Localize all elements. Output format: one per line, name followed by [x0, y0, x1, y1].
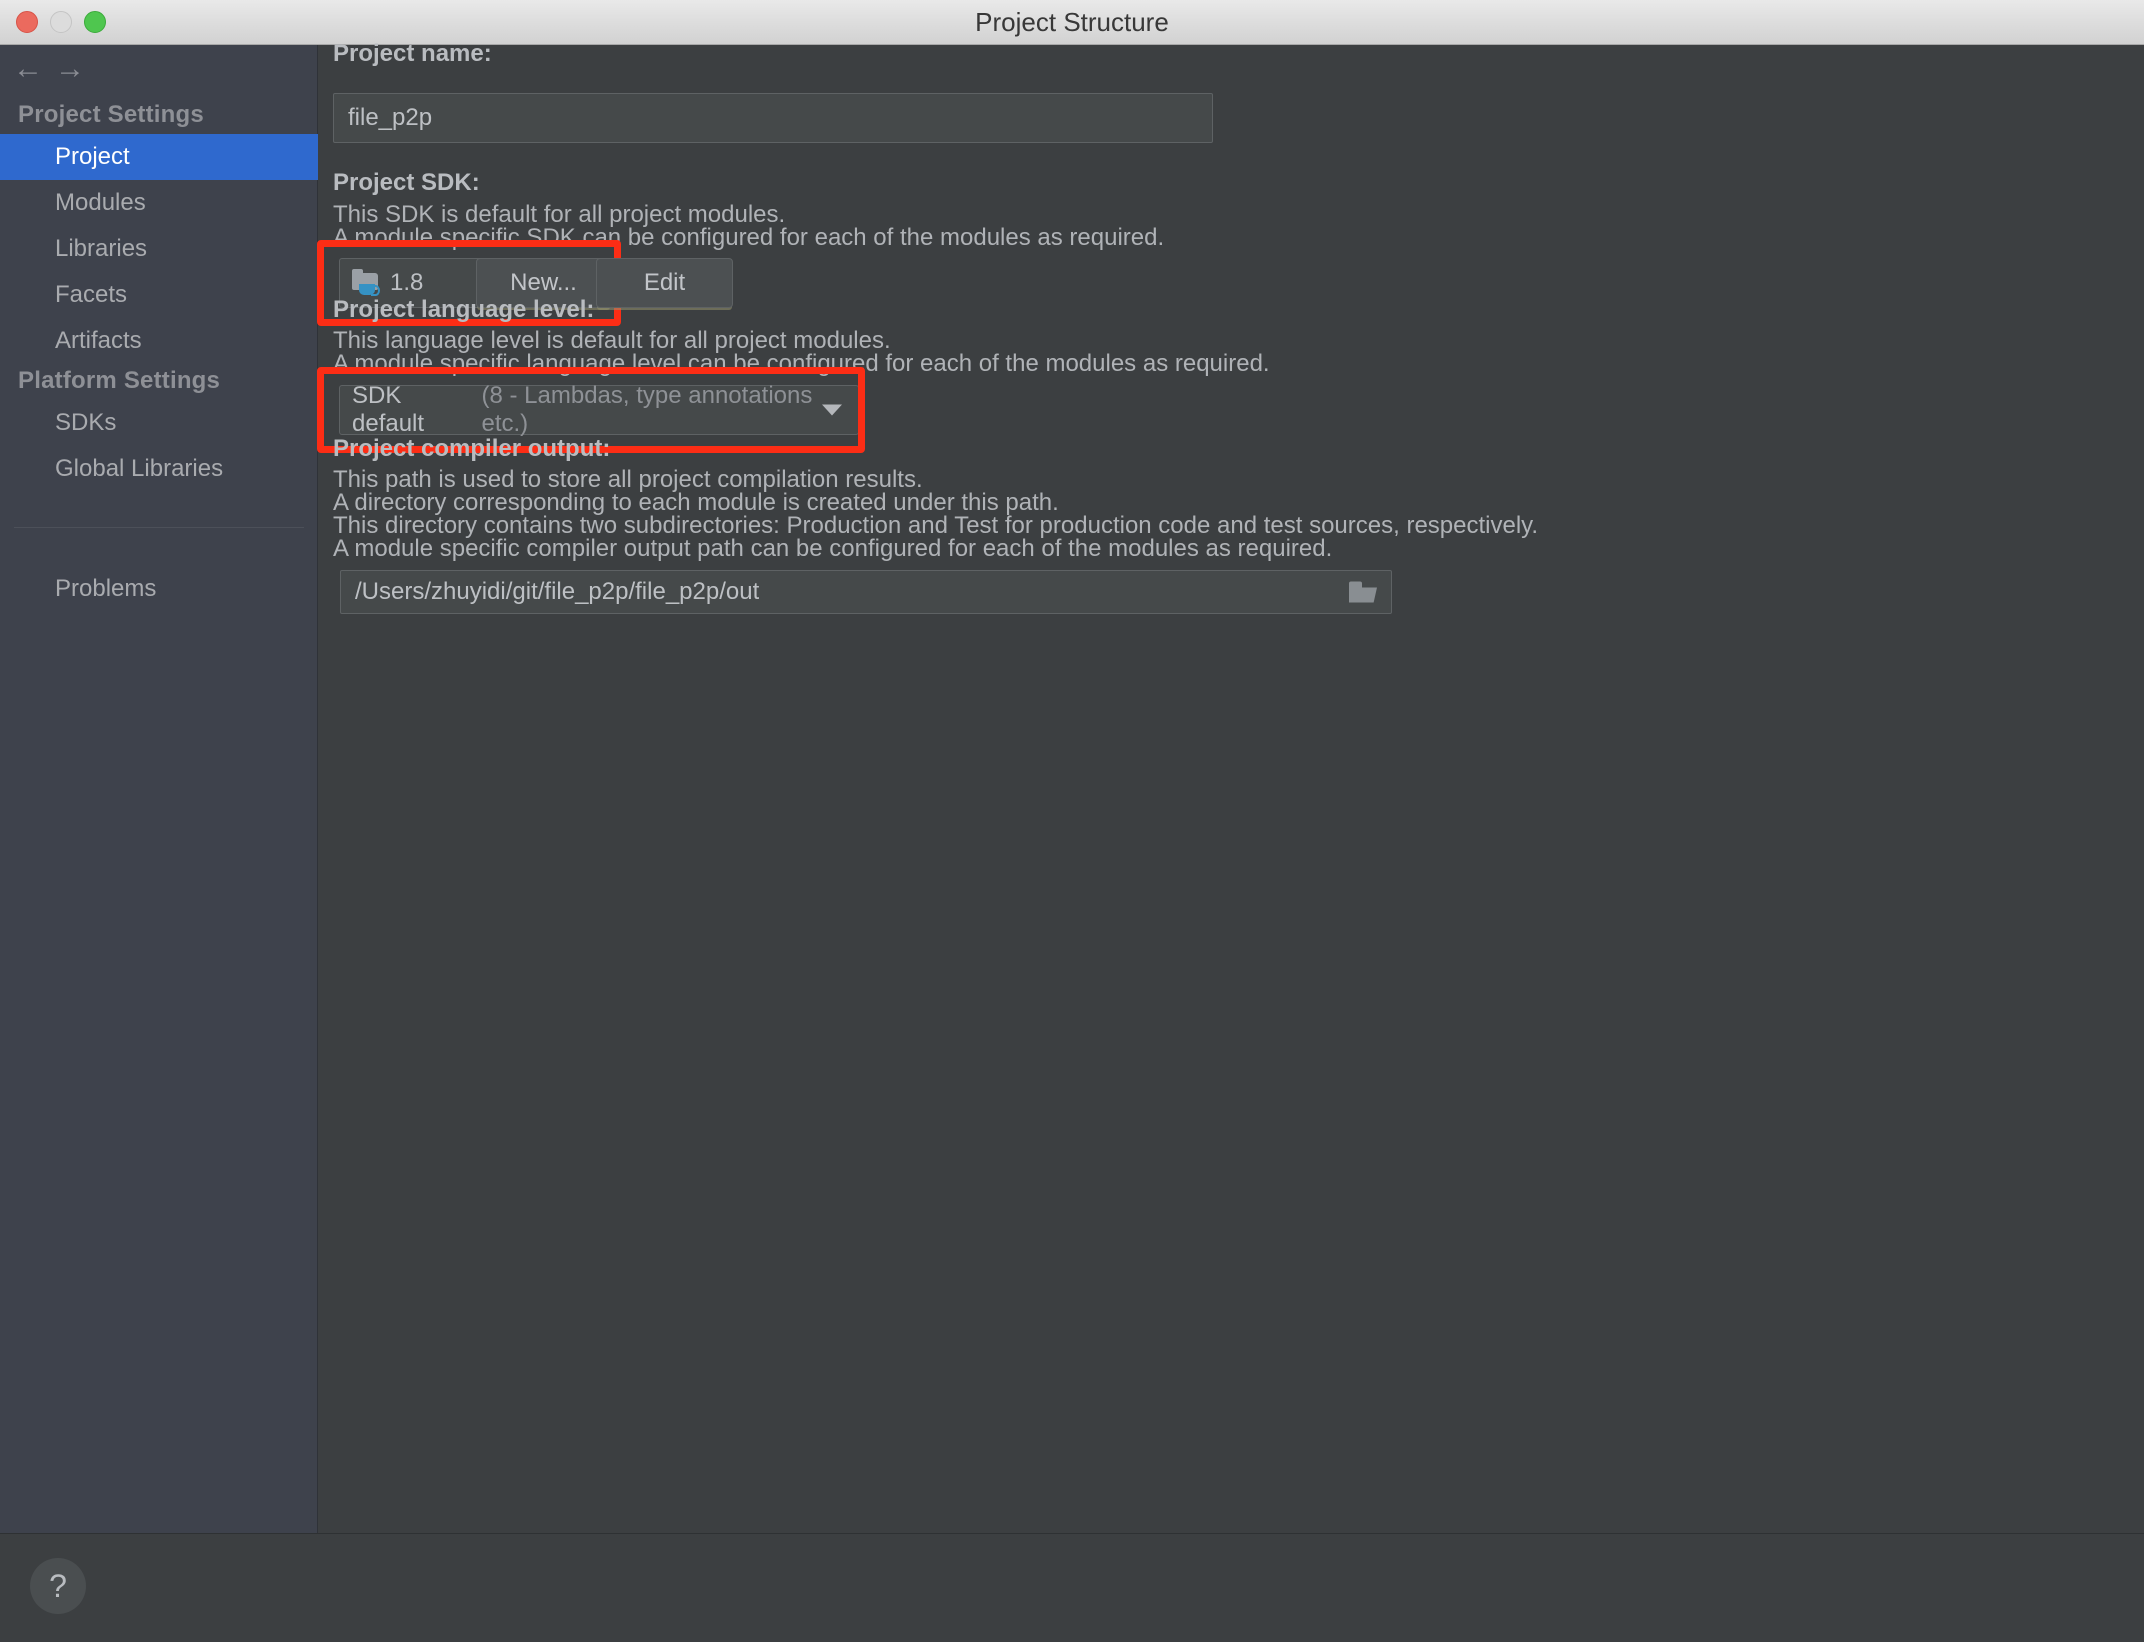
language-level-secondary: (8 - Lambdas, type annotations etc.) — [481, 382, 813, 437]
dialog-footer: ? Cancel Apply OK — [0, 1533, 2144, 1642]
sidebar-item-label: Libraries — [55, 235, 148, 262]
sidebar-item-libraries[interactable]: Libraries — [0, 226, 318, 272]
project-name-input[interactable]: file_p2p — [333, 93, 1213, 143]
compiler-output-path-input[interactable]: /Users/zhuyidi/git/file_p2p/file_p2p/out — [340, 570, 1392, 614]
chevron-down-icon — [822, 404, 842, 416]
help-button[interactable]: ? — [30, 1558, 86, 1614]
compiler-output-desc-line4: A module specific compiler output path c… — [333, 535, 1333, 562]
project-structure-dialog: Project Structure ← → Project Settings P… — [0, 0, 2144, 1642]
compiler-output-path-value: /Users/zhuyidi/git/file_p2p/file_p2p/out — [355, 578, 760, 605]
language-level-label: Project language level: — [333, 296, 595, 323]
compiler-output-label: Project compiler output: — [333, 435, 611, 462]
project-sdk-desc-line2: A module specific SDK can be configured … — [333, 224, 1165, 251]
forward-arrow-icon[interactable]: → — [48, 53, 92, 85]
sidebar-item-modules[interactable]: Modules — [0, 180, 318, 226]
project-name-value: file_p2p — [348, 104, 433, 131]
language-level-primary: SDK default — [352, 382, 425, 437]
window-titlebar: Project Structure — [0, 0, 2144, 45]
browse-folder-icon[interactable] — [1349, 581, 1377, 603]
sidebar-item-global-libraries[interactable]: Global Libraries — [0, 446, 318, 492]
sidebar-item-problems[interactable]: Problems — [0, 566, 318, 612]
sidebar-item-sdks[interactable]: SDKs — [0, 400, 318, 446]
sidebar-item-label: Facets — [55, 281, 128, 308]
project-name-label: Project name: — [333, 40, 492, 67]
sidebar-group-platform-settings: Platform Settings — [18, 367, 221, 394]
sidebar-item-facets[interactable]: Facets — [0, 272, 318, 318]
sidebar-group-project-settings: Project Settings — [18, 101, 204, 128]
project-settings-panel: Project name: file_p2p Project SDK: This… — [317, 40, 2144, 1533]
window-title: Project Structure — [975, 7, 1169, 37]
sidebar-item-label: Global Libraries — [55, 455, 224, 482]
back-arrow-icon[interactable]: ← — [6, 53, 50, 85]
sidebar-item-label: Project — [55, 143, 130, 170]
sidebar-item-label: Artifacts — [55, 327, 142, 354]
sidebar-nav-row: ← → — [0, 45, 318, 93]
project-sdk-label: Project SDK: — [333, 169, 480, 196]
settings-sidebar: ← → Project Settings Project Modules Lib… — [0, 45, 318, 1533]
language-level-desc-line2: A module specific language level can be … — [333, 350, 1270, 377]
language-level-combo[interactable]: SDK default (8 - Lambdas, type annotatio… — [339, 382, 859, 437]
java-sdk-folder-icon — [352, 269, 382, 296]
edit-sdk-button[interactable]: Edit — [596, 258, 733, 308]
sidebar-item-artifacts[interactable]: Artifacts — [0, 318, 318, 364]
sidebar-item-label: Modules — [55, 189, 146, 216]
sidebar-item-label: Problems — [55, 575, 157, 602]
sidebar-divider — [14, 527, 304, 528]
sidebar-item-label: SDKs — [55, 409, 117, 436]
sidebar-item-project[interactable]: Project — [0, 134, 318, 180]
project-sdk-value: 1.8 — [390, 269, 424, 296]
